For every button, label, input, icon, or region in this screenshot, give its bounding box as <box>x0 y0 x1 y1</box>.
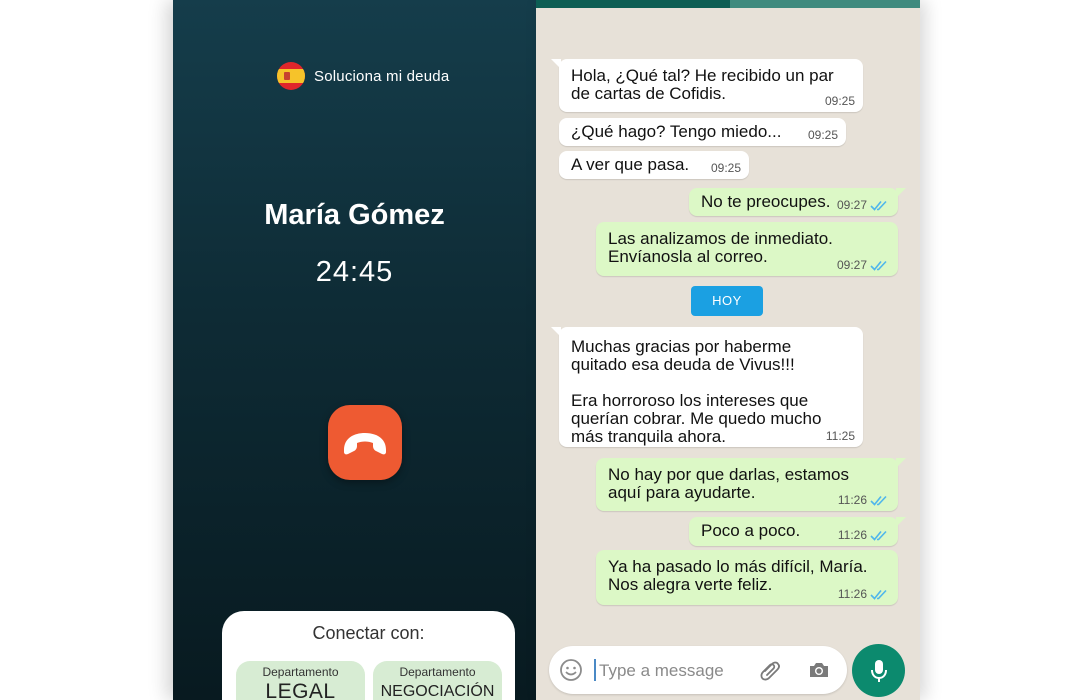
double-check-icon <box>870 495 887 506</box>
spain-flag-icon <box>277 62 305 90</box>
message-text: Muchas gracias por haberme quitado esa d… <box>571 337 822 446</box>
department-negociacion-button[interactable]: Departamento NEGOCIACIÓN <box>373 661 502 700</box>
text-caret <box>594 659 596 681</box>
double-check-icon <box>870 260 887 271</box>
department-legal-button[interactable]: Departamento LEGAL <box>236 661 365 700</box>
message-time: 09:27 <box>836 198 867 212</box>
double-check-icon <box>870 530 887 541</box>
message-text: Hola, ¿Qué tal? He recibido un par de ca… <box>571 66 834 103</box>
message-bubble-incoming[interactable]: Muchas gracias por haberme quitado esa d… <box>551 327 863 447</box>
message-time: 11:25 <box>825 429 855 443</box>
caller-name: María Gómez <box>264 199 445 231</box>
message-text: Poco a poco. <box>701 521 801 540</box>
chat-screen: Hola, ¿Qué tal? He recibido un par de ca… <box>536 0 920 700</box>
message-time: 09:25 <box>824 94 855 108</box>
department-name: LEGAL <box>265 680 336 700</box>
message-bubble-outgoing[interactable]: Poco a poco. 11:26 <box>689 517 906 546</box>
department-name: NEGOCIACIÓN <box>380 683 495 700</box>
message-time: 11:26 <box>837 528 867 542</box>
message-bubble-incoming[interactable]: ¿Qué hago? Tengo miedo... 09:25 <box>559 118 846 146</box>
message-bubble-outgoing[interactable]: Ya ha pasado lo más difícil, María. Nos … <box>596 550 898 605</box>
message-text: No hay por que darlas, estamos aquí para… <box>608 465 849 502</box>
message-bubble-outgoing[interactable]: Las analizamos de inmediato. Envíanosla … <box>596 222 898 276</box>
emoji-icon[interactable] <box>559 658 583 682</box>
double-check-icon <box>870 200 887 211</box>
phone-hangup-icon <box>344 432 386 454</box>
brand-name: Soluciona mi deuda <box>314 67 450 85</box>
chat-header-bar <box>536 0 920 8</box>
message-bubble-incoming[interactable]: Hola, ¿Qué tal? He recibido un par de ca… <box>551 59 863 112</box>
message-bubble-outgoing[interactable]: No te preocupes. 09:27 <box>689 188 906 216</box>
camera-icon[interactable] <box>807 658 831 682</box>
message-text: ¿Qué hago? Tengo miedo... <box>571 122 782 141</box>
message-time: 09:25 <box>807 128 838 142</box>
department-label: Departamento <box>262 665 339 679</box>
message-text: Las analizamos de inmediato. Envíanosla … <box>608 229 833 266</box>
message-composer <box>549 646 847 694</box>
microphone-icon <box>870 659 887 682</box>
message-time: 11:26 <box>837 587 867 601</box>
connect-card: Conectar con: Departamento LEGAL Departa… <box>222 611 515 700</box>
connect-title: Conectar con: <box>312 623 425 643</box>
call-timer: 24:45 <box>315 256 394 288</box>
double-check-icon <box>870 589 887 600</box>
voice-message-button[interactable] <box>852 644 905 697</box>
message-text: A ver que pasa. <box>571 155 690 174</box>
message-time: 11:26 <box>837 493 867 507</box>
message-bubble-outgoing[interactable]: No hay por que darlas, estamos aquí para… <box>596 458 906 511</box>
paperclip-icon[interactable] <box>758 658 782 682</box>
message-text: No te preocupes. <box>701 192 831 211</box>
call-screen: Soluciona mi deuda María Gómez 24:45 Con… <box>173 0 536 700</box>
message-time: 09:27 <box>836 258 867 272</box>
department-label: Departamento <box>399 665 476 679</box>
message-time: 09:25 <box>710 161 741 175</box>
day-divider: HOY <box>691 286 763 316</box>
hang-up-button[interactable] <box>328 405 402 480</box>
brand: Soluciona mi deuda <box>277 62 449 90</box>
message-input[interactable] <box>597 656 751 686</box>
message-text: Ya ha pasado lo más difícil, María. Nos … <box>608 557 868 594</box>
message-bubble-incoming[interactable]: A ver que pasa. 09:25 <box>559 151 749 179</box>
